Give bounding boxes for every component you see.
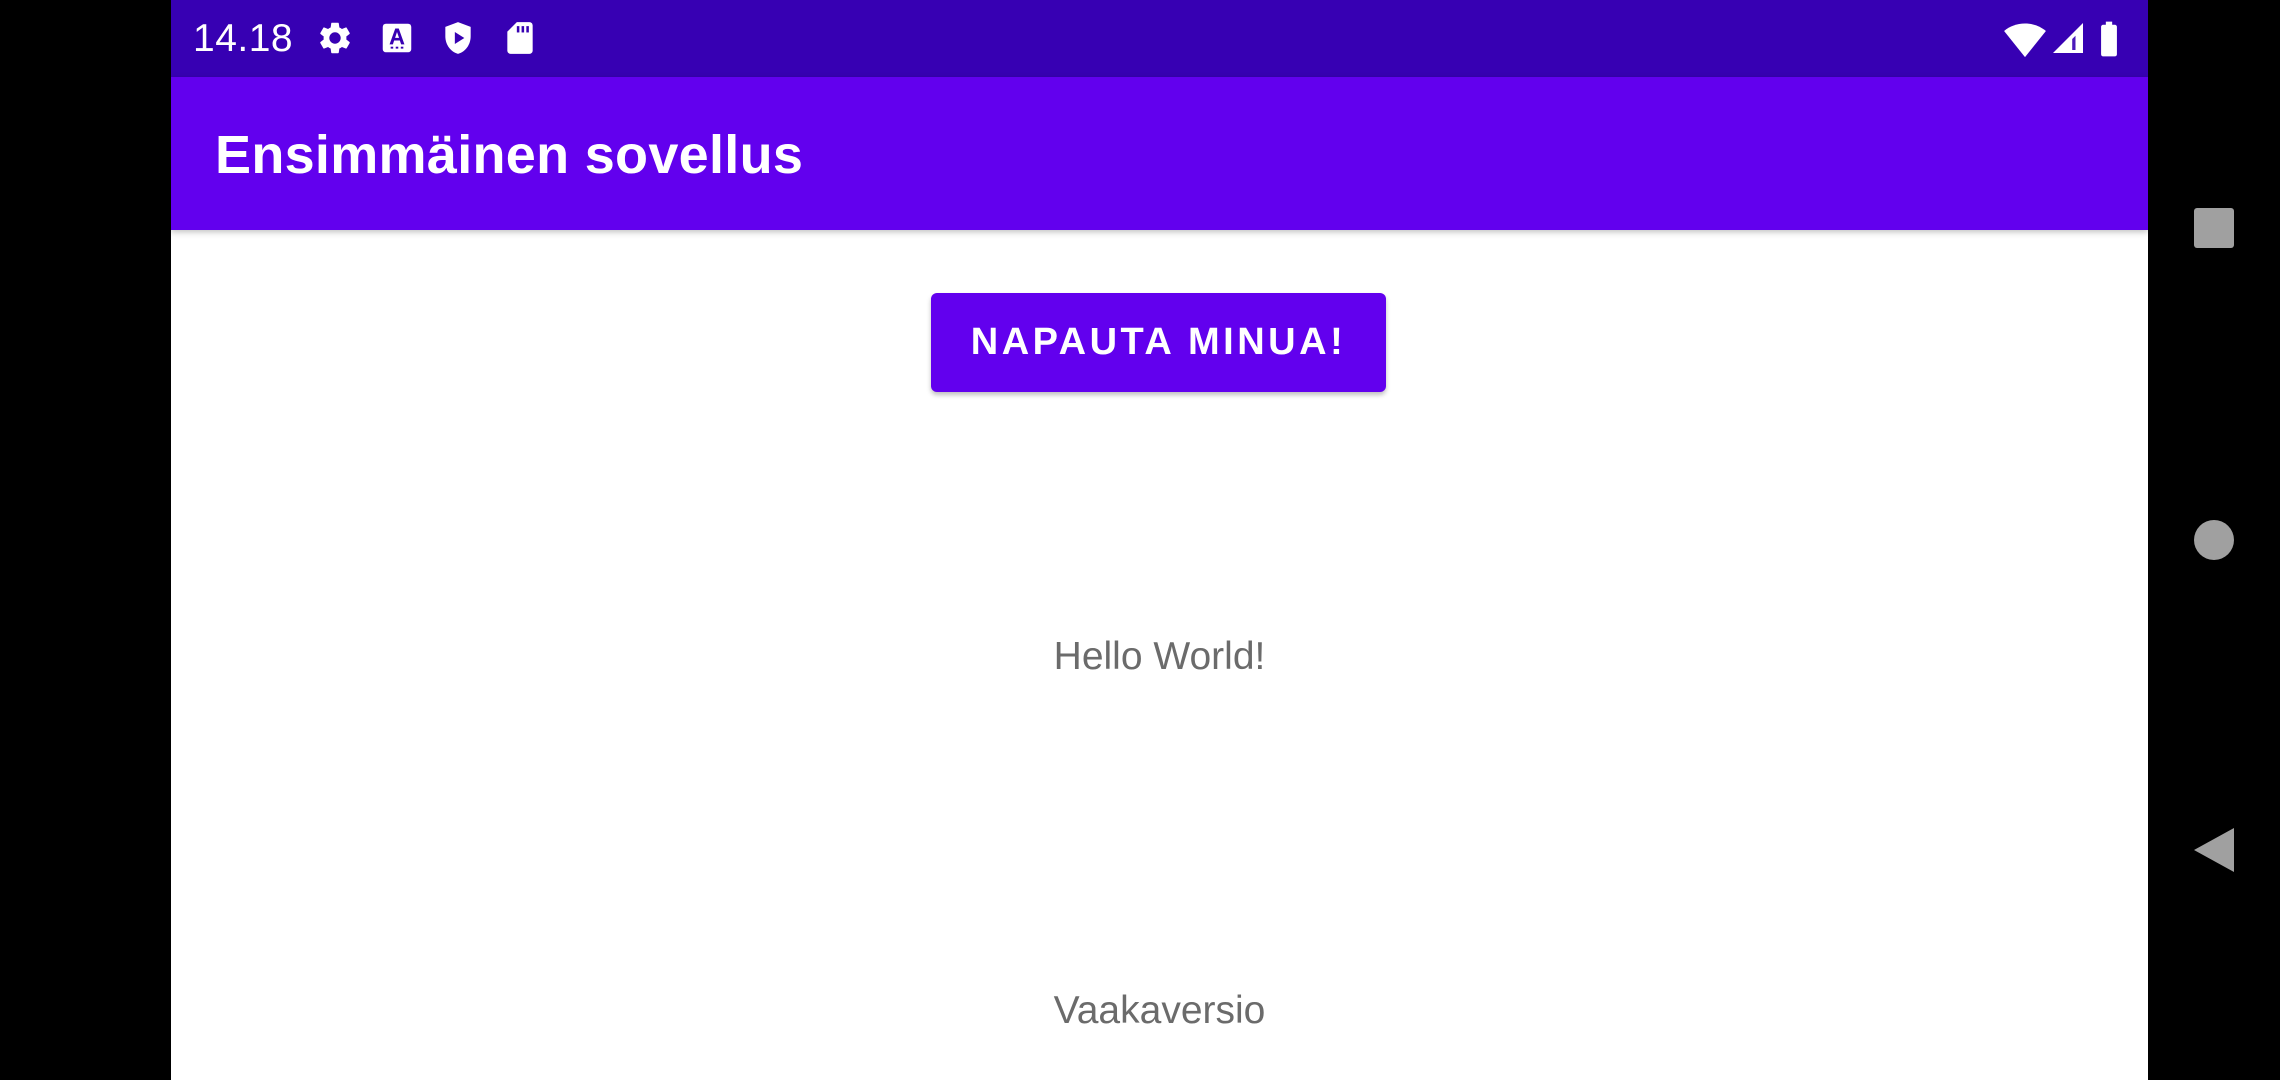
back-triangle-icon[interactable] <box>2190 826 2238 874</box>
wifi-icon <box>2003 19 2047 59</box>
cell-signal-icon <box>2050 20 2086 56</box>
home-circle-icon[interactable] <box>2190 516 2238 564</box>
tap-me-button[interactable]: NAPAUTA MINUA! <box>931 293 1386 392</box>
play-shield-icon <box>439 19 477 57</box>
sd-card-icon <box>501 19 539 57</box>
hello-world-text: Hello World! <box>1053 635 1266 678</box>
landscape-version-text: Vaakaversio <box>1053 989 1266 1032</box>
app-bar: Ensimmäinen sovellus <box>171 77 2148 230</box>
device-screen: 14.18 Ensimmäinen sovellus NAPAUTA MINUA… <box>0 0 2280 1080</box>
overview-square-icon[interactable] <box>2190 204 2238 252</box>
font-a-icon <box>378 19 416 57</box>
settings-icon <box>316 19 354 57</box>
status-time: 14.18 <box>193 17 294 60</box>
battery-icon <box>2090 19 2128 59</box>
app-title: Ensimmäinen sovellus <box>215 125 804 185</box>
status-bar: 14.18 <box>171 0 2148 77</box>
app-window: 14.18 Ensimmäinen sovellus NAPAUTA MINUA… <box>171 0 2148 1080</box>
navigation-bar <box>2148 0 2280 1080</box>
